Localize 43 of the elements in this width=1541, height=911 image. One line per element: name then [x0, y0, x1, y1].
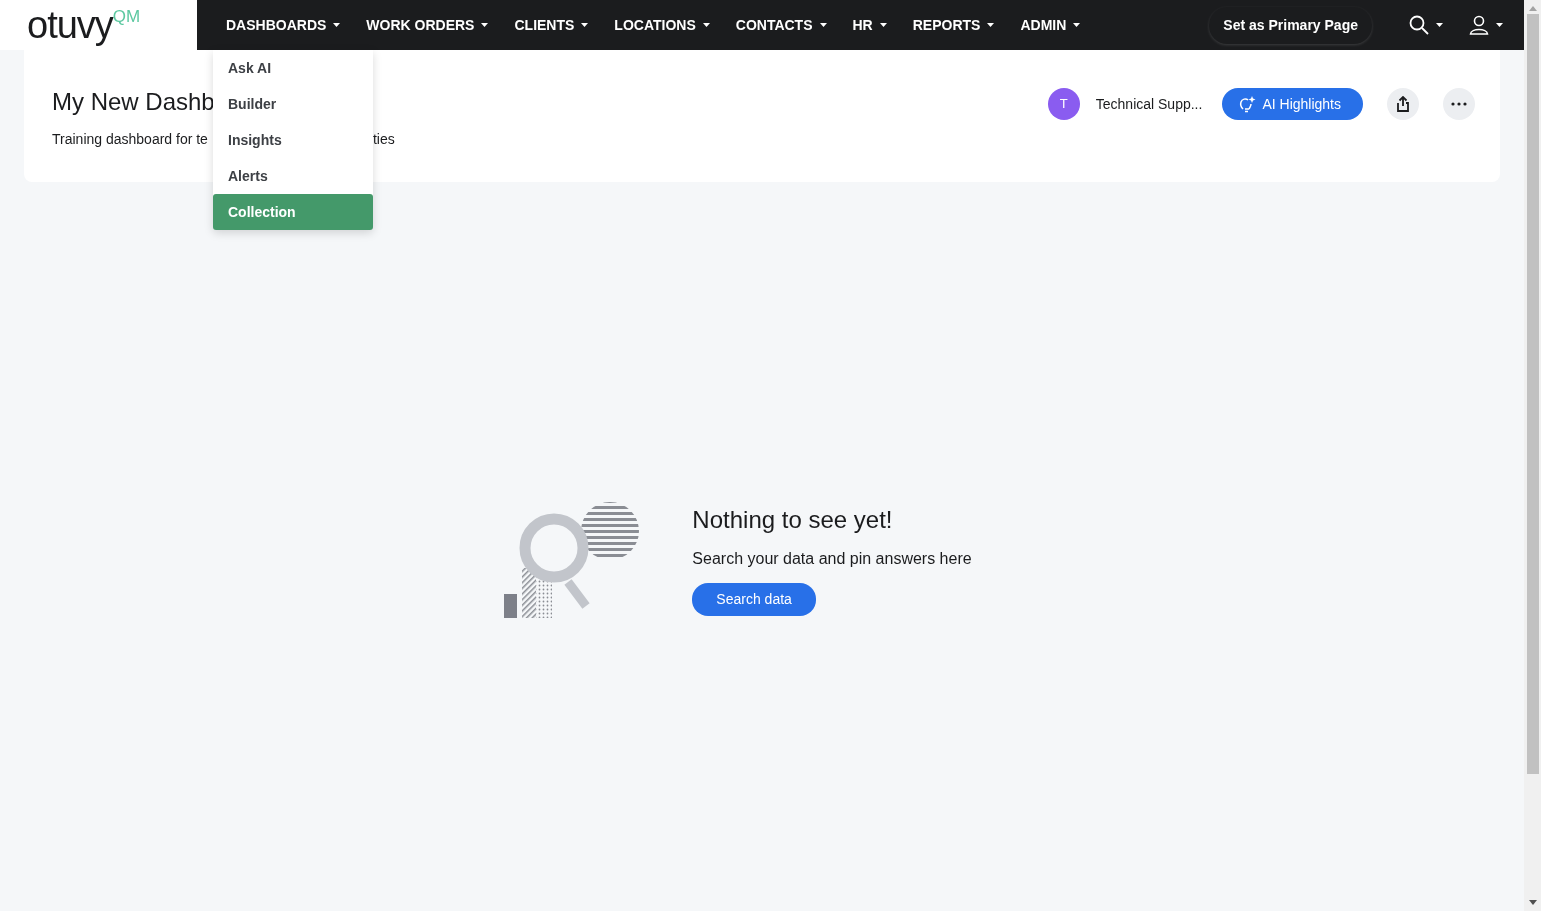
caret-icon	[481, 23, 489, 27]
dashboard-description: ties	[372, 131, 395, 147]
nav-menu-button[interactable]: HR	[839, 0, 900, 50]
nav-menu-button[interactable]: ADMIN	[1007, 0, 1094, 50]
owner-name: Technical Supp...	[1095, 95, 1203, 114]
more-button[interactable]	[1443, 88, 1475, 120]
nav-menu-button[interactable]: WORK ORDERS	[353, 0, 502, 50]
scrollbar[interactable]	[1524, 0, 1541, 911]
dropdown-item[interactable]: Insights	[213, 122, 373, 158]
caret-icon	[1436, 23, 1443, 27]
logo-text[interactable]: otuvy	[27, 6, 113, 44]
caret-icon	[1073, 23, 1081, 27]
set-primary-button[interactable]: Set as Primary Page	[1209, 6, 1372, 44]
dashboard-title: My New Dashb	[52, 88, 215, 116]
empty-state-title: Nothing to see yet!	[692, 506, 894, 535]
nav-menu-button[interactable]: CONTACTS	[722, 0, 840, 50]
caret-icon	[987, 23, 995, 27]
caret-icon	[879, 23, 887, 27]
dropdown-item[interactable]: Ask AI	[213, 50, 373, 86]
lightbulb-sparkle-icon	[1238, 95, 1257, 113]
search-icon	[1409, 15, 1429, 35]
caret-icon	[819, 23, 827, 27]
share-icon	[1396, 96, 1410, 112]
empty-state-text: Search your data and pin answers here	[692, 548, 972, 569]
nav-menu-button[interactable]: DASHBOARDS	[213, 0, 354, 50]
dropdown-item[interactable]: Alerts	[213, 158, 373, 194]
caret-icon	[1496, 23, 1503, 27]
dropdown-item[interactable]: Builder	[213, 86, 373, 122]
caret-icon	[333, 23, 341, 27]
scrollbar-thumb[interactable]	[1526, 14, 1539, 774]
search-data-button[interactable]: Search data	[692, 582, 816, 616]
avatar: T	[1047, 88, 1080, 120]
share-button[interactable]	[1387, 88, 1419, 120]
nav-menu-button[interactable]: LOCATIONS	[601, 0, 723, 50]
nav-menu-button[interactable]: REPORTS	[899, 0, 1008, 50]
dashboard-description: Training dashboard for te	[52, 131, 208, 147]
more-icon	[1451, 102, 1467, 106]
caret-icon	[581, 23, 589, 27]
nav-menu-button[interactable]: CLIENTS	[501, 0, 602, 50]
ai-highlights-button[interactable]: AI Highlights	[1222, 88, 1363, 120]
scroll-down-icon[interactable]	[1528, 900, 1537, 906]
user-icon	[1469, 15, 1489, 35]
caret-icon	[702, 23, 710, 27]
